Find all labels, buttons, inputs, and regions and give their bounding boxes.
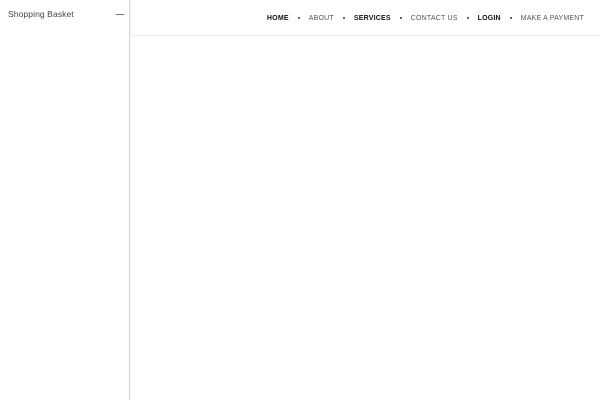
- shopping-basket-toggle[interactable]: Shopping Basket: [8, 7, 124, 21]
- bullet-dot-icon: [297, 17, 300, 19]
- bullet-dot-icon: [509, 17, 512, 19]
- bullet-dot-icon: [342, 17, 345, 19]
- nav-item-login[interactable]: LOGIN: [478, 15, 501, 22]
- minus-icon[interactable]: [115, 10, 124, 19]
- shopping-basket-label: Shopping Basket: [8, 9, 74, 19]
- bullet-dot-icon: [399, 17, 402, 19]
- nav-item-contact-us[interactable]: CONTACT US: [411, 15, 458, 22]
- nav-item-services[interactable]: SERVICES: [354, 15, 391, 22]
- nav-item-home[interactable]: HOME: [267, 15, 289, 22]
- top-header: HOME ABOUT SERVICES CONTACT US LOGIN MAK…: [131, 0, 600, 36]
- main-content: [131, 37, 600, 400]
- sidebar: Shopping Basket: [0, 0, 130, 400]
- page: Shopping Basket HOME ABOUT SERVICES CONT…: [0, 0, 600, 400]
- main-navigation: HOME ABOUT SERVICES CONTACT US LOGIN MAK…: [267, 0, 584, 36]
- nav-item-make-a-payment[interactable]: MAKE A PAYMENT: [521, 15, 584, 22]
- bullet-dot-icon: [466, 17, 469, 19]
- nav-item-about[interactable]: ABOUT: [309, 15, 334, 22]
